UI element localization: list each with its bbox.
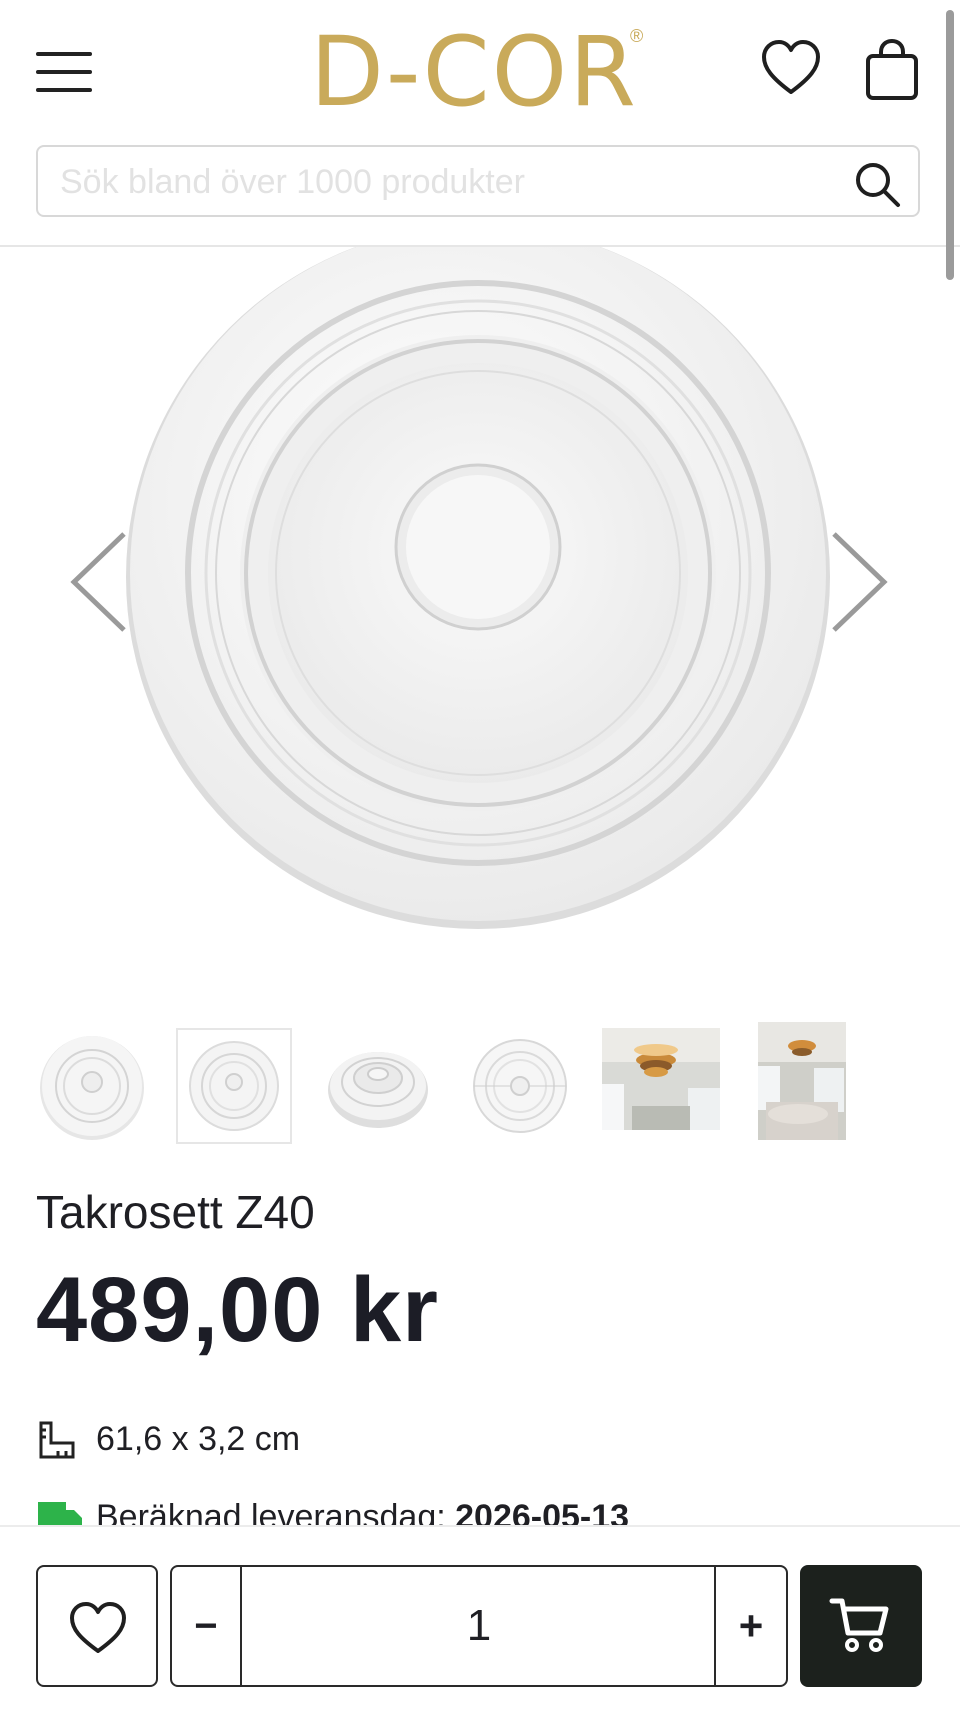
quantity-stepper: − 1 + xyxy=(170,1565,788,1687)
add-to-cart-button[interactable] xyxy=(800,1565,922,1687)
product-main-image[interactable] xyxy=(0,225,960,967)
shopping-bag-icon[interactable] xyxy=(864,38,920,102)
thumbnail-strip xyxy=(36,1022,916,1148)
dimensions-text: 61,6 x 3,2 cm xyxy=(96,1420,301,1458)
purchase-bar: − 1 + xyxy=(0,1525,960,1717)
search-icon[interactable] xyxy=(852,159,902,209)
product-title: Takrosett Z40 xyxy=(36,1186,315,1238)
add-to-wishlist-button[interactable] xyxy=(36,1565,158,1687)
search-bar xyxy=(36,145,920,217)
thumbnail-1[interactable] xyxy=(36,1028,152,1144)
thumbnail-3[interactable] xyxy=(320,1028,436,1144)
previous-image-chevron-icon[interactable] xyxy=(68,530,130,634)
search-input[interactable] xyxy=(58,147,842,217)
decrease-quantity-button[interactable]: − xyxy=(172,1567,242,1685)
thumbnail-5-lamp-photo[interactable] xyxy=(602,1028,720,1144)
brand-logo[interactable]: D-COR ® xyxy=(310,16,650,128)
registered-mark: ® xyxy=(630,26,644,46)
hamburger-menu-icon[interactable] xyxy=(36,52,94,92)
page-scrollbar[interactable] xyxy=(946,10,954,280)
thumbnail-2[interactable] xyxy=(176,1028,292,1144)
site-header: D-COR ® xyxy=(0,0,960,247)
product-price: 489,00 kr xyxy=(36,1259,439,1361)
quantity-value[interactable]: 1 xyxy=(242,1567,716,1685)
thumbnail-4[interactable] xyxy=(464,1028,580,1144)
cart-icon xyxy=(829,1598,889,1652)
ruler-icon xyxy=(38,1420,76,1460)
wishlist-heart-icon[interactable] xyxy=(760,38,822,100)
logo-text: D-COR xyxy=(310,16,638,128)
next-image-chevron-icon[interactable] xyxy=(828,530,890,634)
increase-quantity-button[interactable]: + xyxy=(714,1567,786,1685)
thumbnail-6-bedroom-photo[interactable] xyxy=(758,1022,874,1140)
heart-icon xyxy=(70,1602,126,1653)
